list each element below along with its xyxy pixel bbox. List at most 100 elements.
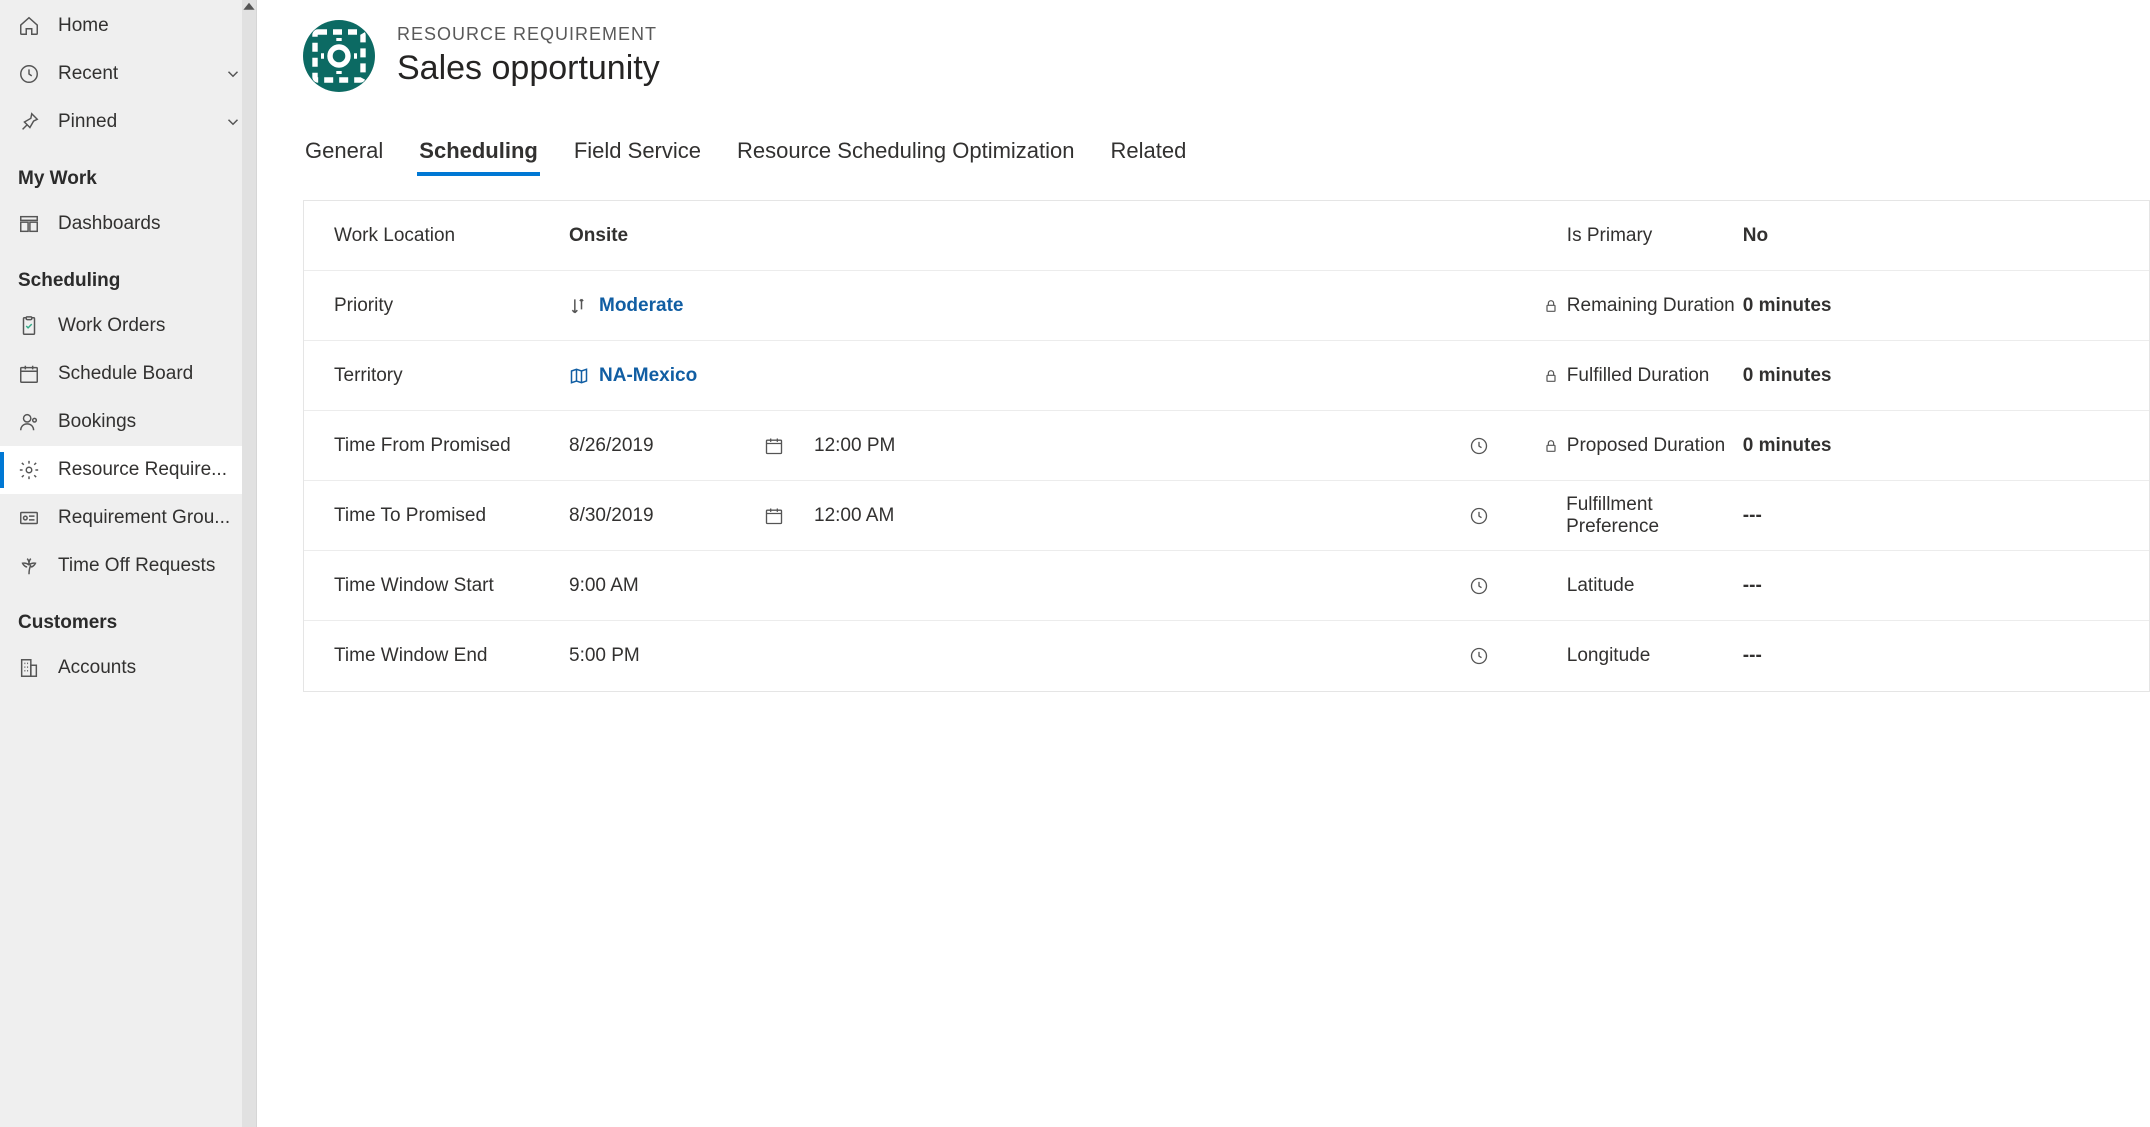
building-icon (18, 657, 40, 679)
field-fulfillment-preference[interactable]: Fulfillment Preference --- (1513, 481, 2149, 551)
nav-label: Pinned (58, 111, 224, 133)
field-value: 0 minutes (1743, 295, 2125, 317)
field-time-to-promised[interactable]: Time To Promised 8/30/2019 12:00 AM (304, 481, 1513, 551)
field-territory[interactable]: Territory NA-Mexico (304, 341, 1513, 411)
date-value[interactable]: 8/26/2019 (569, 435, 754, 457)
nav-work-orders[interactable]: Work Orders (0, 302, 256, 350)
field-value: Moderate (569, 295, 1489, 317)
field-label: Territory (334, 365, 569, 387)
field-label: Work Location (334, 225, 569, 247)
nav-resource-requirements[interactable]: Resource Require... (0, 446, 256, 494)
field-label: Fulfillment Preference (1543, 494, 1743, 538)
chevron-down-icon (224, 113, 242, 131)
datetime-value: 8/30/2019 12:00 AM (569, 505, 1489, 527)
tab-scheduling[interactable]: Scheduling (417, 132, 540, 170)
nav-label: Time Off Requests (58, 555, 242, 577)
field-longitude[interactable]: Longitude --- (1513, 621, 2149, 691)
field-value: --- (1743, 505, 2125, 527)
field-fulfilled-duration[interactable]: Fulfilled Duration 0 minutes (1513, 341, 2149, 411)
calendar-icon[interactable] (764, 436, 784, 456)
field-proposed-duration[interactable]: Proposed Duration 0 minutes (1513, 411, 2149, 481)
section-my-work: My Work (0, 146, 256, 200)
lookup-value[interactable]: Moderate (599, 295, 683, 317)
field-value: 0 minutes (1743, 365, 2125, 387)
person-icon (18, 411, 40, 433)
section-customers: Customers (0, 590, 256, 644)
pin-icon (18, 111, 40, 133)
nav-schedule-board[interactable]: Schedule Board (0, 350, 256, 398)
nav-label: Bookings (58, 411, 242, 433)
gear-icon (18, 459, 40, 481)
time-value-group: 5:00 PM (569, 645, 1489, 667)
field-priority[interactable]: Priority Moderate (304, 271, 1513, 341)
clock-icon[interactable] (1469, 506, 1489, 526)
field-value: --- (1743, 645, 2125, 667)
field-label: Proposed Duration (1543, 435, 1743, 457)
nav-label: Accounts (58, 657, 242, 679)
sidebar-scrollbar[interactable] (242, 0, 256, 1127)
nav-requirement-groups[interactable]: Requirement Grou... (0, 494, 256, 542)
nav-time-off[interactable]: Time Off Requests (0, 542, 256, 590)
clock-icon[interactable] (1469, 576, 1489, 596)
entity-icon (303, 20, 375, 92)
clock-icon (18, 63, 40, 85)
main-content: RESOURCE REQUIREMENT Sales opportunity G… (257, 0, 2150, 1127)
scroll-up-icon[interactable] (242, 0, 256, 14)
field-value: No (1743, 225, 2125, 247)
field-time-window-end[interactable]: Time Window End 5:00 PM (304, 621, 1513, 691)
field-time-from-promised[interactable]: Time From Promised 8/26/2019 12:00 PM (304, 411, 1513, 481)
field-label: Is Primary (1543, 225, 1743, 247)
nav-label: Work Orders (58, 315, 242, 337)
clipboard-icon (18, 315, 40, 337)
record-title: Sales opportunity (397, 49, 660, 88)
time-value[interactable]: 5:00 PM (569, 645, 640, 667)
datetime-value: 8/26/2019 12:00 PM (569, 435, 1489, 457)
field-work-location[interactable]: Work Location Onsite (304, 201, 1513, 271)
tab-rso[interactable]: Resource Scheduling Optimization (735, 132, 1077, 170)
lookup-value[interactable]: NA-Mexico (599, 365, 697, 387)
nav-bookings[interactable]: Bookings (0, 398, 256, 446)
form-column-left: Work Location Onsite Priority Moderate T… (304, 201, 1513, 691)
nav-pinned[interactable]: Pinned (0, 98, 256, 146)
nav-label: Requirement Grou... (58, 507, 242, 529)
tab-general[interactable]: General (303, 132, 385, 170)
field-time-window-start[interactable]: Time Window Start 9:00 AM (304, 551, 1513, 621)
field-latitude[interactable]: Latitude --- (1513, 551, 2149, 621)
field-label: Remaining Duration (1543, 295, 1743, 317)
tab-field-service[interactable]: Field Service (572, 132, 703, 170)
header-text: RESOURCE REQUIREMENT Sales opportunity (397, 24, 660, 88)
palm-icon (18, 555, 40, 577)
field-value: --- (1743, 575, 2125, 597)
clock-icon[interactable] (1469, 436, 1489, 456)
lock-icon (1543, 368, 1559, 384)
nav-label: Recent (58, 63, 224, 85)
time-value[interactable]: 12:00 AM (784, 505, 999, 527)
dashboard-icon (18, 213, 40, 235)
lock-icon (1543, 298, 1559, 314)
nav-label: Schedule Board (58, 363, 242, 385)
field-label: Time Window End (334, 645, 569, 667)
field-value: NA-Mexico (569, 365, 1489, 387)
field-label: Priority (334, 295, 569, 317)
field-remaining-duration[interactable]: Remaining Duration 0 minutes (1513, 271, 2149, 341)
nav-dashboards[interactable]: Dashboards (0, 200, 256, 248)
field-is-primary[interactable]: Is Primary No (1513, 201, 2149, 271)
time-value[interactable]: 9:00 AM (569, 575, 639, 597)
nav-recent[interactable]: Recent (0, 50, 256, 98)
form-column-right: Is Primary No Remaining Duration 0 minut… (1513, 201, 2149, 691)
calendar-icon[interactable] (764, 506, 784, 526)
field-label: Fulfilled Duration (1543, 365, 1743, 387)
field-label: Time To Promised (334, 505, 569, 527)
nav-label: Resource Require... (58, 459, 242, 481)
nav-accounts[interactable]: Accounts (0, 644, 256, 692)
calendar-icon (18, 363, 40, 385)
clock-icon[interactable] (1469, 646, 1489, 666)
field-label: Latitude (1543, 575, 1743, 597)
field-value: Onsite (569, 225, 1489, 247)
lock-icon (1543, 438, 1559, 454)
date-value[interactable]: 8/30/2019 (569, 505, 754, 527)
time-value[interactable]: 12:00 PM (784, 435, 999, 457)
nav-home[interactable]: Home (0, 2, 256, 50)
form-panel: Work Location Onsite Priority Moderate T… (303, 200, 2150, 692)
tab-related[interactable]: Related (1109, 132, 1189, 170)
